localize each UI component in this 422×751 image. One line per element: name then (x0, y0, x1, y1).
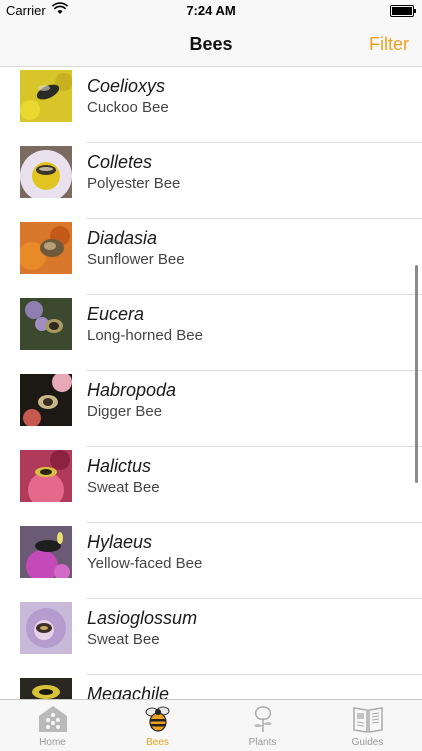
clock: 7:24 AM (186, 3, 236, 18)
list-item[interactable]: Megachile (0, 675, 422, 699)
list-item[interactable]: Hylaeus Yellow-faced Bee (0, 523, 422, 599)
scientific-name: Diadasia (87, 228, 158, 248)
common-name: Yellow-faced Bee (87, 555, 203, 572)
scientific-name: Colletes (87, 152, 153, 172)
list-item[interactable]: Lasioglossum Sweat Bee (0, 599, 422, 675)
bee-thumbnail (20, 374, 72, 426)
list-item[interactable]: Habropoda Digger Bee (0, 371, 422, 447)
common-name: Sweat Bee (87, 479, 160, 496)
scientific-name: Hylaeus (87, 532, 153, 552)
bee-thumbnail (20, 450, 72, 502)
common-name: Digger Bee (87, 403, 163, 420)
common-name: Cuckoo Bee (87, 99, 169, 116)
bee-thumbnail (20, 70, 72, 122)
status-bar: Carrier 7:24 AM (0, 0, 422, 22)
tab-label: Bees (146, 737, 169, 748)
list-item[interactable]: Halictus Sweat Bee (0, 447, 422, 523)
plant-icon (247, 704, 279, 734)
bee-icon (142, 704, 174, 734)
bee-thumbnail (20, 526, 72, 578)
bee-thumbnail (20, 298, 72, 350)
tab-label: Guides (351, 737, 384, 748)
list-item[interactable]: Colletes Polyester Bee (0, 143, 422, 219)
navigation-bar: Bees Filter (0, 22, 422, 67)
bee-thumbnail (20, 678, 72, 699)
bee-thumbnail (20, 222, 72, 274)
battery-icon (390, 5, 416, 17)
list-item[interactable]: Diadasia Sunflower Bee (0, 219, 422, 295)
scientific-name: Coelioxys (87, 76, 166, 96)
common-name: Sweat Bee (87, 631, 160, 648)
scientific-name: Eucera (87, 304, 145, 324)
common-name: Sunflower Bee (87, 251, 185, 268)
common-name: Long-horned Bee (87, 327, 203, 344)
common-name: Polyester Bee (87, 175, 181, 192)
scroll-indicator[interactable] (415, 265, 418, 483)
tab-bar: Home Bees Plants Guides (0, 699, 422, 751)
tab-label: Plants (248, 737, 277, 748)
scientific-name: Habropoda (87, 380, 177, 400)
filter-button[interactable]: Filter (369, 34, 409, 55)
list-item[interactable]: Eucera Long-horned Bee (0, 295, 422, 371)
bee-thumbnail (20, 602, 72, 654)
bee-thumbnail (20, 146, 72, 198)
home-icon (37, 704, 69, 734)
book-icon (352, 704, 384, 734)
scientific-name: Megachile (87, 684, 170, 699)
scientific-name: Halictus (87, 456, 152, 476)
list-item[interactable]: Coelioxys Cuckoo Bee (0, 67, 422, 143)
tab-home[interactable]: Home (0, 700, 105, 751)
tab-label: Home (39, 737, 66, 748)
tab-plants[interactable]: Plants (210, 700, 315, 751)
tab-guides[interactable]: Guides (315, 700, 420, 751)
scientific-name: Lasioglossum (87, 608, 198, 628)
tab-bees[interactable]: Bees (105, 700, 210, 751)
bee-list[interactable]: Coelioxys Cuckoo Bee Colletes Polyester … (0, 67, 422, 699)
page-title: Bees (189, 34, 233, 54)
